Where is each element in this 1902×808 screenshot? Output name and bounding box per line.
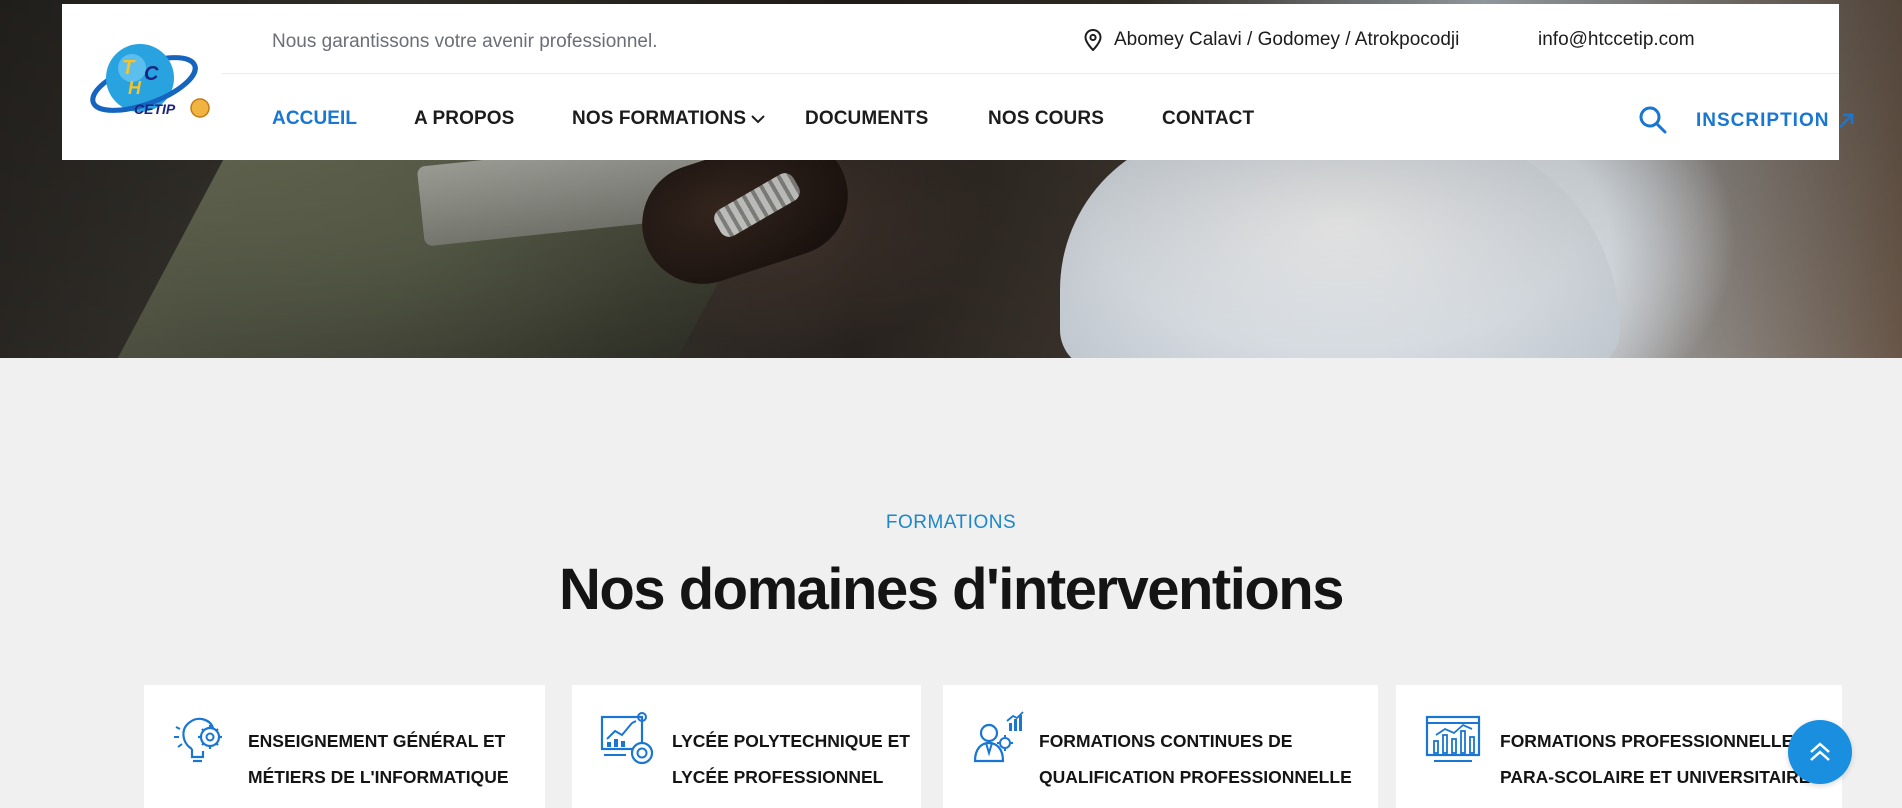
analytics-report-icon [600,712,654,765]
inscription-button[interactable]: INSCRIPTION [1696,110,1855,132]
nav-nos-formations[interactable]: NOS FORMATIONS [572,108,766,130]
card-formations-professionnelle[interactable]: FORMATIONS PROFESSIONNELLE PARA-SCOLAIRE… [1396,685,1842,808]
card-title-line1: LYCÉE POLYTECHNIQUE ET [672,731,910,751]
main-nav: ACCUEIL A PROPOS NOS FORMATIONS DOCUMENT… [222,74,1854,160]
card-lycee-polytechnique[interactable]: LYCÉE POLYTECHNIQUE ET LYCÉE PROFESSIONN… [572,685,921,808]
card-title-line2: MÉTIERS DE L'INFORMATIQUE [248,767,509,787]
section-title: Nos domaines d'interventions [559,557,1344,622]
search-button[interactable] [1637,104,1669,136]
svg-text:CETIP: CETIP [134,101,176,117]
svg-text:T: T [122,57,136,79]
logo-globe-icon: T C H CETIP [90,44,210,118]
search-icon [1639,106,1667,134]
double-chevron-up-icon [1810,742,1830,761]
email-link[interactable]: info@htccetip.com [1538,29,1695,51]
nav-a-propos[interactable]: A PROPOS [414,108,514,130]
professional-growth-icon [973,711,1024,763]
section-eyebrow: FORMATIONS [885,512,1017,533]
nav-contact[interactable]: CONTACT [1162,108,1254,130]
site-header: T C H CETIP Nous garantissons votre aven… [62,4,1854,160]
address-text: Abomey Calavi / Godomey / Atrokpocodji [1114,29,1460,50]
arrow-up-right-icon [1839,113,1854,128]
card-title-line2: LYCÉE PROFESSIONNEL [672,767,884,787]
card-title-line1: FORMATIONS CONTINUES DE [1039,731,1293,751]
svg-text:H: H [128,78,142,98]
nav-documents[interactable]: DOCUMENTS [805,108,928,130]
site-logo[interactable]: T C H CETIP [82,18,212,144]
card-title-line2: PARA-SCOLAIRE ET UNIVERSITAIRE [1500,767,1811,787]
address-block: Abomey Calavi / Godomey / Atrokpocodji [1084,29,1459,51]
scroll-to-top-button[interactable] [1788,720,1852,784]
card-formations-continues[interactable]: FORMATIONS CONTINUES DE QUALIFICATION PR… [943,685,1378,808]
card-title-line2: QUALIFICATION PROFESSIONNELLE [1039,767,1352,787]
header-topbar: Nous garantissons votre avenir professio… [222,4,1839,74]
card-title: FORMATIONS PROFESSIONNELLE PARA-SCOLAIRE… [1500,723,1810,795]
nav-nos-formations-label: NOS FORMATIONS [572,108,747,129]
card-title: FORMATIONS CONTINUES DE QUALIFICATION PR… [1039,723,1352,795]
lightbulb-gear-icon [174,717,222,763]
nav-accueil[interactable]: ACCUEIL [272,108,357,130]
location-pin-icon [1084,29,1102,51]
card-title-line1: ENSEIGNEMENT GÉNÉRAL ET [248,731,506,751]
chevron-down-icon [751,115,765,124]
chart-board-icon [1425,715,1481,762]
nav-nos-cours[interactable]: NOS COURS [988,108,1104,130]
card-enseignement-general[interactable]: ENSEIGNEMENT GÉNÉRAL ET MÉTIERS DE L'INF… [144,685,545,808]
card-title: LYCÉE POLYTECHNIQUE ET LYCÉE PROFESSIONN… [672,723,910,795]
inscription-label: INSCRIPTION [1696,110,1830,131]
tagline: Nous garantissons votre avenir professio… [272,31,658,52]
card-title: ENSEIGNEMENT GÉNÉRAL ET MÉTIERS DE L'INF… [248,723,509,795]
svg-text:C: C [144,63,159,85]
card-title-line1: FORMATIONS PROFESSIONNELLE [1500,731,1794,751]
